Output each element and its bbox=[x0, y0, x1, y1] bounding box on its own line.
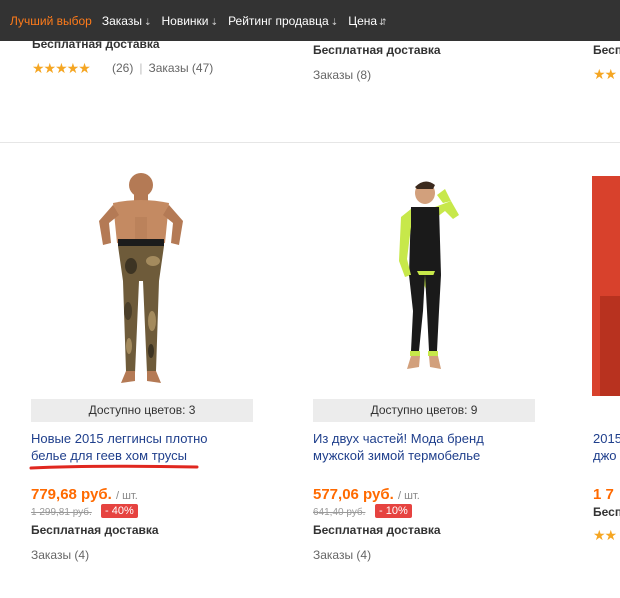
free-shipping-label: Бесплатная доставка bbox=[313, 523, 441, 537]
colors-available: Доступно цветов: 9 bbox=[313, 399, 535, 422]
old-price: 641,40 руб. bbox=[313, 507, 366, 518]
sort-best-match[interactable]: Лучший выбор bbox=[10, 14, 92, 28]
title-line: мужской зимой термобелье bbox=[313, 448, 481, 463]
free-shipping-label: Бесплатная доставка bbox=[313, 43, 441, 57]
orders-count[interactable]: Заказы (4) bbox=[31, 548, 89, 562]
orders-count[interactable]: Заказы (47) bbox=[148, 61, 213, 75]
product-title-link[interactable]: Новые 2015 леггинсы плотно белье для гее… bbox=[31, 430, 261, 464]
price-unit: / шт. bbox=[115, 490, 138, 502]
orders-count[interactable]: Заказы (4) bbox=[313, 548, 371, 562]
previous-product-row: Бесплатная доставка ★★★★★ (26) | Заказы (4… bbox=[0, 37, 620, 139]
product-card-partial[interactable]: 2015 джо 1 7 Бесп ★★ bbox=[592, 171, 620, 591]
sort-orders[interactable]: Заказы ⇣ bbox=[102, 14, 152, 28]
rating-stars: ★★ bbox=[593, 66, 617, 82]
sort-price[interactable]: Цена ⇵ bbox=[348, 14, 386, 28]
sort-down-icon: ⇣ bbox=[143, 16, 152, 27]
sort-bar: Лучший выбор Заказы ⇣ Новинки ⇣ Рейтинг пр… bbox=[0, 0, 620, 41]
title-line: белье для геев хом трусы bbox=[31, 448, 187, 463]
product-price: 1 7 bbox=[593, 486, 614, 503]
separator: | bbox=[139, 61, 143, 75]
free-shipping-label: Бесплатная доставка bbox=[31, 523, 159, 537]
title-line: Новые 2015 леггинсы плотно bbox=[31, 431, 208, 446]
rating-stars: ★★★★★ bbox=[32, 60, 91, 76]
title-line: Из двух частей! Мода бренд bbox=[313, 431, 484, 446]
old-price: 1 299,81 руб. bbox=[31, 507, 92, 518]
discount-badge: - 10% bbox=[375, 504, 412, 518]
product-image-thermal-underwear[interactable] bbox=[313, 171, 535, 397]
product-image-partial[interactable] bbox=[592, 176, 620, 396]
product-price: 779,68 руб. / шт. bbox=[31, 486, 138, 503]
sort-newest[interactable]: Новинки ⇣ bbox=[162, 14, 219, 28]
sort-seller-rating[interactable]: Рейтинг продавца ⇣ bbox=[228, 14, 338, 28]
product-image-leggings[interactable] bbox=[31, 171, 253, 397]
free-shipping-label: Бесп bbox=[593, 505, 620, 519]
title-line: джо bbox=[593, 448, 617, 463]
price-unit: / шт. bbox=[397, 490, 420, 502]
title-line: 2015 bbox=[593, 431, 620, 446]
red-underline-annotation bbox=[29, 464, 199, 470]
product-card[interactable]: Доступно цветов: 3 Новые 2015 леггинсы п… bbox=[29, 171, 267, 591]
orders-count[interactable]: Заказы (8) bbox=[313, 68, 371, 82]
rating-stars: ★★ bbox=[593, 527, 617, 543]
sort-down-icon: ⇣ bbox=[330, 16, 339, 27]
product-title-link[interactable]: Из двух частей! Мода бренд мужской зимой… bbox=[313, 430, 543, 464]
row-divider bbox=[0, 142, 620, 143]
free-shipping-label: Бесп bbox=[593, 43, 620, 57]
colors-available: Доступно цветов: 3 bbox=[31, 399, 253, 422]
sort-down-icon: ⇣ bbox=[210, 16, 219, 27]
discount-badge: - 40% bbox=[101, 504, 138, 518]
product-price: 577,06 руб. / шт. bbox=[313, 486, 420, 503]
product-title-link[interactable]: 2015 джо bbox=[593, 430, 620, 464]
review-count[interactable]: (26) bbox=[112, 61, 133, 75]
sort-updown-icon: ⇵ bbox=[379, 16, 387, 27]
product-card[interactable]: Доступно цветов: 9 Из двух частей! Мода … bbox=[313, 171, 549, 591]
rating-meta: (26) | Заказы (47) bbox=[112, 61, 213, 75]
